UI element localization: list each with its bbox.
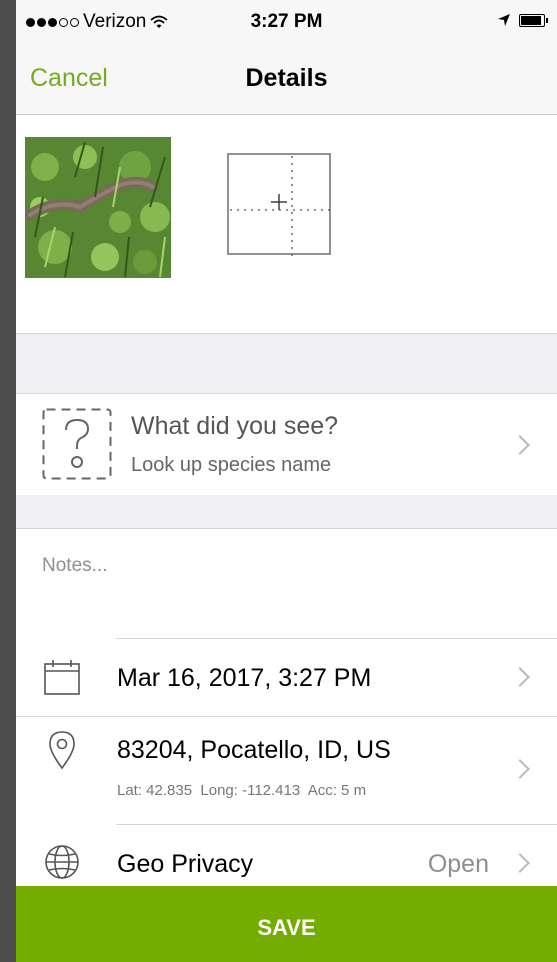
divider xyxy=(16,716,557,717)
chevron-right-icon xyxy=(510,435,530,455)
globe-icon xyxy=(44,844,80,885)
divider xyxy=(116,638,557,639)
section-gap xyxy=(16,495,557,528)
species-hint: Look up species name xyxy=(131,454,332,476)
save-button[interactable]: SAVE xyxy=(16,886,557,962)
screen: Verizon 3:27 PM Cancel Details What did … xyxy=(16,0,557,962)
date-row[interactable]: Mar 16, 2017, 3:27 PM xyxy=(16,638,557,716)
location-place: 83204, Pocatello, ID, US xyxy=(117,736,391,764)
unknown-species-icon xyxy=(42,408,112,480)
location-pin-icon xyxy=(48,730,76,775)
chevron-right-icon xyxy=(510,853,530,873)
divider xyxy=(116,824,557,825)
notes-placeholder: Notes... xyxy=(42,555,108,576)
photo-thumbnail[interactable] xyxy=(25,137,171,278)
geo-privacy-label: Geo Privacy xyxy=(117,850,254,878)
section-gap xyxy=(16,334,557,393)
geo-privacy-value: Open xyxy=(427,850,489,878)
chevron-right-icon xyxy=(510,759,530,779)
add-photo-icon[interactable] xyxy=(216,142,342,266)
status-bar: Verizon 3:27 PM xyxy=(16,0,557,40)
date-value: Mar 16, 2017, 3:27 PM xyxy=(117,664,372,692)
chevron-right-icon xyxy=(510,667,530,687)
photos-section xyxy=(16,115,557,334)
species-prompt: What did you see? xyxy=(131,412,339,440)
calendar-icon xyxy=(42,658,82,701)
battery-icon xyxy=(519,13,548,27)
notes-field[interactable]: Notes... xyxy=(16,528,557,639)
status-time: 3:27 PM xyxy=(250,11,323,32)
location-coords: Lat: 42.835 Long: -112.413 Acc: 5 m xyxy=(117,782,367,799)
location-row[interactable]: 83204, Pocatello, ID, US Lat: 42.835 Lon… xyxy=(16,716,557,824)
page-title: Details xyxy=(245,64,328,92)
status-right xyxy=(497,13,548,27)
location-arrow-icon xyxy=(498,14,510,26)
species-row[interactable]: What did you see? Look up species name xyxy=(16,393,557,496)
nav-bar: Cancel Details xyxy=(16,40,557,114)
top-bar: Verizon 3:27 PM Cancel Details xyxy=(16,0,557,115)
